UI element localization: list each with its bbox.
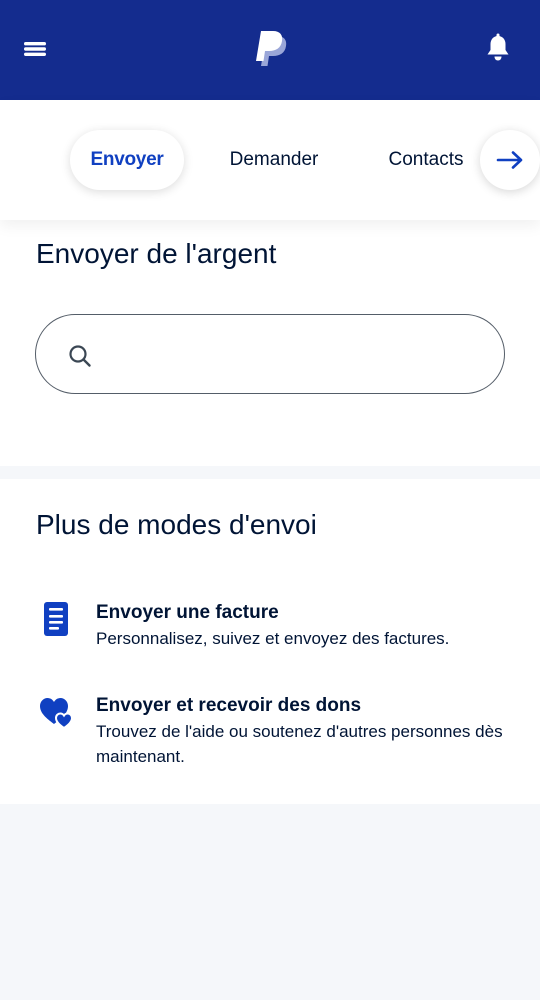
tab-demander[interactable]: Demander (212, 130, 336, 190)
section-title: Envoyer de l'argent (36, 238, 277, 269)
tab-contacts[interactable]: Contacts (372, 130, 480, 190)
tab-envoyer[interactable]: Envoyer (70, 130, 184, 190)
search-icon (69, 345, 91, 367)
option-text: Envoyer et recevoir des dons Trouvez de … (96, 694, 516, 769)
arrow-right-icon (496, 151, 523, 169)
section-title: Plus de modes d'envoi (36, 509, 317, 540)
search-field[interactable] (35, 314, 505, 394)
send-money-section: Envoyer de l'argent (0, 220, 540, 466)
tabs-next-button[interactable] (480, 130, 540, 190)
paypal-logo-icon (256, 31, 287, 66)
menu-button[interactable] (22, 36, 48, 62)
bell-icon (487, 33, 509, 61)
hearts-donation-icon (40, 698, 74, 730)
option-description: Trouvez de l'aide ou soutenez d'autres p… (96, 722, 503, 766)
search-input[interactable] (108, 315, 488, 393)
hamburger-menu-icon (24, 42, 46, 56)
option-title: Envoyer et recevoir des dons (96, 695, 362, 716)
invoice-document-icon (44, 602, 68, 636)
notifications-button[interactable] (484, 33, 512, 63)
option-text: Envoyer une facture Personnalisez, suive… (96, 601, 516, 651)
option-description: Personnalisez, suivez et envoyez des fac… (96, 629, 450, 648)
tabs-bar: Envoyer Demander Contacts (0, 100, 540, 220)
option-title: Envoyer une facture (96, 602, 279, 623)
app-header (0, 0, 540, 100)
more-send-options-section: Plus de modes d'envoi Envoyer une factur… (0, 479, 540, 804)
